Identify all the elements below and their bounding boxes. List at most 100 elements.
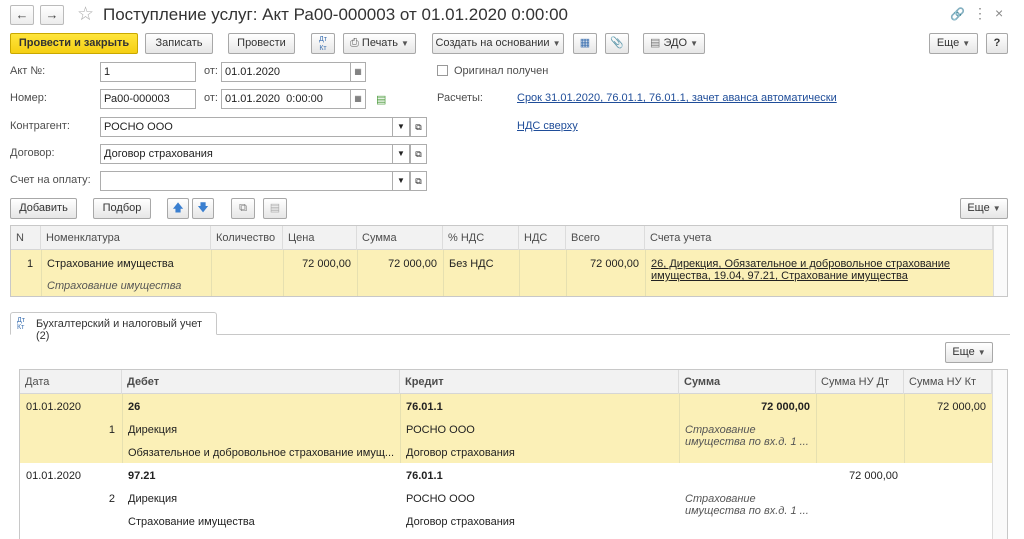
invoice-field[interactable] xyxy=(100,171,410,191)
entry-debit-account: 97.21 xyxy=(128,470,156,482)
tab-accounting[interactable]: Дт Кт Бухгалтерский и налоговый учет (2) xyxy=(10,312,217,342)
entry-date: 01.01.2020 xyxy=(26,470,82,482)
printer-icon: ⎙ xyxy=(350,37,359,49)
row-price: 72 000,00 xyxy=(302,258,351,270)
ledger-col-date[interactable]: Дата xyxy=(20,370,122,394)
ledger-entry[interactable]: 01.01.2020 2 97.21 Дирекция Страхование … xyxy=(20,463,992,539)
chevron-down-icon: ▼ xyxy=(977,348,986,357)
select-button[interactable]: Подбор xyxy=(93,198,151,219)
chevron-down-icon: ▼ xyxy=(552,39,561,48)
calendar-icon[interactable]: ▦ xyxy=(350,62,366,82)
items-table-header: N Номенклатура Количество Цена Сумма % Н… xyxy=(11,226,1007,250)
edo-icon: ▤ xyxy=(650,37,661,49)
chevron-down-icon: ▼ xyxy=(401,39,409,48)
row-accounts-link-2[interactable]: имущества, 19.04, 97.21, Страхование иму… xyxy=(651,270,908,282)
col-header-vat[interactable]: НДС xyxy=(519,226,566,250)
structure-icon[interactable]: ▦ xyxy=(573,33,597,54)
col-header-total[interactable]: Всего xyxy=(566,226,645,250)
copy-icon[interactable]: ⧉ xyxy=(231,198,255,219)
ledger-col-debit[interactable]: Дебет xyxy=(122,370,400,394)
back-button[interactable]: ← xyxy=(10,5,34,25)
link-icon[interactable]: 🔗 xyxy=(950,7,965,21)
original-received-label: Оригинал получен xyxy=(454,65,549,77)
entry-credit-account: 76.01.1 xyxy=(406,470,443,482)
entry-date: 01.01.2020 xyxy=(26,401,82,413)
forward-button[interactable]: → xyxy=(40,5,64,25)
table-row[interactable]: 1 Страхование имущества Страхование имущ… xyxy=(11,250,993,296)
close-icon[interactable]: × xyxy=(995,5,1003,21)
edo-button[interactable]: ▤ ЭДО ▼ xyxy=(643,33,705,54)
col-header-price[interactable]: Цена xyxy=(283,226,357,250)
entry-credit-account: 76.01.1 xyxy=(406,401,443,413)
tab-accounting-label: Бухгалтерский и налоговый учет (2) xyxy=(36,318,203,342)
entry-debit-sub2: Обязательное и добровольное страхование … xyxy=(128,447,395,459)
move-down-icon[interactable]: 🡇 xyxy=(192,198,214,219)
entry-credit-sub2: Договор страхования xyxy=(406,447,515,459)
dt-kt-icon[interactable]: Дт Кт xyxy=(311,33,335,54)
col-header-sum[interactable]: Сумма xyxy=(357,226,443,250)
calendar-icon[interactable]: ▦ xyxy=(350,89,366,109)
invoice-label: Счет на оплату: xyxy=(10,174,91,186)
payments-link[interactable]: Срок 31.01.2020, 76.01.1, 76.01.1, зачет… xyxy=(517,92,837,104)
help-button[interactable]: ? xyxy=(986,33,1008,54)
number-field[interactable]: Ра00-000003 xyxy=(100,89,196,109)
contract-dropdown-icon[interactable]: ▼ xyxy=(392,144,410,164)
print-label: Печать xyxy=(361,37,398,49)
ledger-col-credit[interactable]: Кредит xyxy=(400,370,679,394)
ledger-col-nu-dt[interactable]: Сумма НУ Дт xyxy=(816,370,904,394)
akt-number-field[interactable]: 1 xyxy=(100,62,196,82)
original-received-checkbox[interactable] xyxy=(437,65,448,76)
items-table: N Номенклатура Количество Цена Сумма % Н… xyxy=(10,225,1008,297)
chevron-down-icon: ▼ xyxy=(992,204,1001,213)
row-vat-rate: Без НДС xyxy=(449,258,494,270)
contract-field[interactable]: Договор страхования xyxy=(100,144,410,164)
ledger-col-sum[interactable]: Сумма xyxy=(679,370,816,394)
save-button[interactable]: Записать xyxy=(145,33,213,54)
entry-content-2: имущества по вх.д. 1 ... xyxy=(685,505,809,517)
counterparty-dropdown-icon[interactable]: ▼ xyxy=(392,117,410,137)
paste-icon[interactable]: ▤ xyxy=(263,198,287,219)
number-date-field[interactable]: 01.01.2020 0:00:00 ▦ xyxy=(221,89,366,109)
ledger-more-button[interactable]: Еще ▼ xyxy=(945,342,993,363)
more-actions-icon[interactable]: ⋮ xyxy=(973,5,987,22)
contract-open-icon[interactable]: ⧉ xyxy=(410,144,427,164)
attachment-icon[interactable]: 📎 xyxy=(605,33,629,54)
row-nomenclature: Страхование имущества xyxy=(47,258,174,270)
row-accounts-link-1[interactable]: 26, Дирекция, Обязательное и добровольно… xyxy=(651,258,950,270)
add-button[interactable]: Добавить xyxy=(10,198,77,219)
items-more-button[interactable]: Еще ▼ xyxy=(960,198,1008,219)
items-scrollbar[interactable] xyxy=(993,226,1007,296)
col-header-accounts[interactable]: Счета учета xyxy=(645,226,993,250)
dt-kt-tab-icon: Дт Кт xyxy=(17,317,25,331)
entry-nu-kt: 72 000,00 xyxy=(937,401,986,413)
number-date-label: от: xyxy=(204,92,218,104)
more-button[interactable]: Еще ▼ xyxy=(929,33,978,54)
create-based-on-button[interactable]: Создать на основании ▼ xyxy=(432,33,564,54)
counterparty-open-icon[interactable]: ⧉ xyxy=(410,117,427,137)
col-header-quantity[interactable]: Количество xyxy=(211,226,283,250)
akt-date-field[interactable]: 01.01.2020 ▦ xyxy=(221,62,366,82)
col-header-vat-rate[interactable]: % НДС xyxy=(443,226,519,250)
ledger-entry[interactable]: 01.01.2020 1 26 Дирекция Обязательное и … xyxy=(20,394,992,463)
ledger-scrollbar[interactable] xyxy=(992,370,1007,539)
vat-on-top-link[interactable]: НДС сверху xyxy=(517,120,578,132)
more-label: Еще xyxy=(936,37,960,49)
move-up-icon[interactable]: 🡅 xyxy=(167,198,189,219)
invoice-open-icon[interactable]: ⧉ xyxy=(410,171,427,191)
col-header-nomenclature[interactable]: Номенклатура xyxy=(41,226,211,250)
counterparty-field[interactable]: РОСНО ООО xyxy=(100,117,410,137)
ledger-table-header: Дата Дебет Кредит Сумма Сумма НУ Дт Сумм… xyxy=(20,370,1007,394)
post-and-close-button[interactable]: Провести и закрыть xyxy=(10,33,138,54)
col-header-n[interactable]: N xyxy=(11,226,41,250)
invoice-dropdown-icon[interactable]: ▼ xyxy=(392,171,410,191)
number-edit-icon[interactable]: ▤ xyxy=(376,93,386,106)
ledger-col-nu-kt[interactable]: Сумма НУ Кт xyxy=(904,370,992,394)
entry-content-1: Страхование xyxy=(685,493,756,505)
print-button[interactable]: ⎙ Печать ▼ xyxy=(343,33,416,54)
entry-content-1: Страхование xyxy=(685,424,756,436)
number-date-value: 01.01.2020 0:00:00 xyxy=(225,93,323,105)
create-based-on-label: Создать на основании xyxy=(435,37,550,49)
row-sum: 72 000,00 xyxy=(388,258,437,270)
post-button[interactable]: Провести xyxy=(228,33,295,54)
favorite-star-icon[interactable]: ☆ xyxy=(77,3,94,26)
